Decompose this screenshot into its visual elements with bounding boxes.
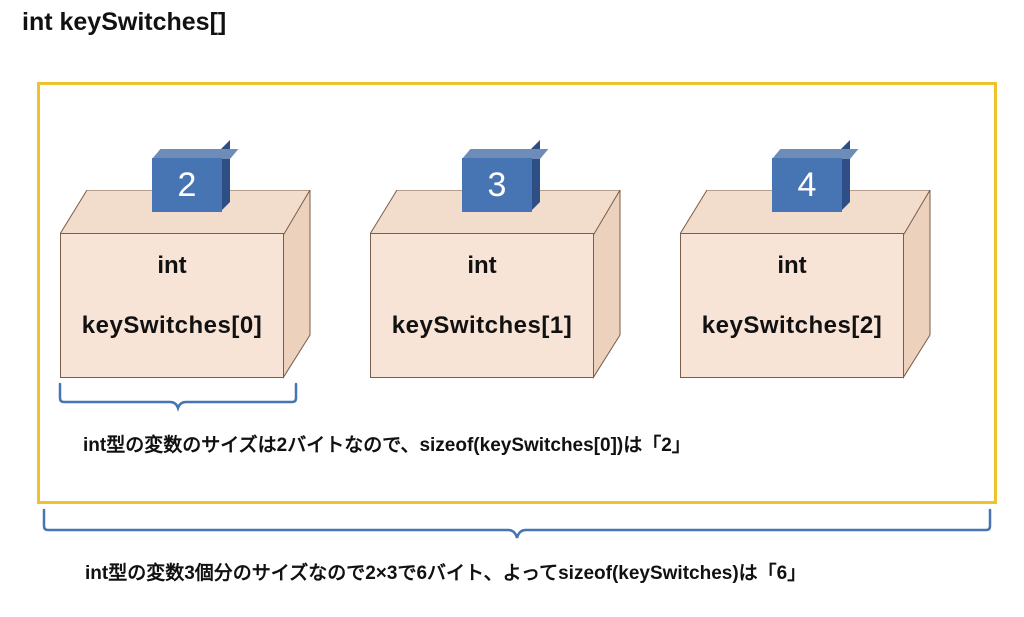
array-element-2: int keySwitches[2] (680, 190, 930, 390)
box-type-label: int (61, 252, 283, 280)
bracket-whole-array (42, 510, 992, 550)
value-chip-0: 2 (152, 149, 230, 213)
value-chip-2: 4 (772, 149, 850, 213)
box-type-label: int (371, 252, 593, 280)
chip-value-label: 3 (462, 158, 532, 212)
chip-value-label: 2 (152, 158, 222, 212)
box-front: int keySwitches[1] (370, 233, 594, 378)
caption-sizeof-element: int型の変数のサイズは2バイトなので、sizeof(keySwitches[0… (83, 430, 691, 457)
value-chip-1: 3 (462, 149, 540, 213)
bracket-single-element (58, 384, 298, 420)
array-element-0: int keySwitches[0] (60, 190, 310, 390)
caption-sizeof-array: int型の変数3個分のサイズなので2×3で6バイト、よってsizeof(keyS… (85, 558, 806, 585)
box-name-label: keySwitches[0] (61, 312, 283, 340)
box-type-label: int (681, 252, 903, 280)
box-front: int keySwitches[2] (680, 233, 904, 378)
chip-value-label: 4 (772, 158, 842, 212)
diagram-title: int keySwitches[] (22, 8, 226, 37)
box-front: int keySwitches[0] (60, 233, 284, 378)
array-element-1: int keySwitches[1] (370, 190, 620, 390)
box-name-label: keySwitches[2] (681, 312, 903, 340)
box-name-label: keySwitches[1] (371, 312, 593, 340)
